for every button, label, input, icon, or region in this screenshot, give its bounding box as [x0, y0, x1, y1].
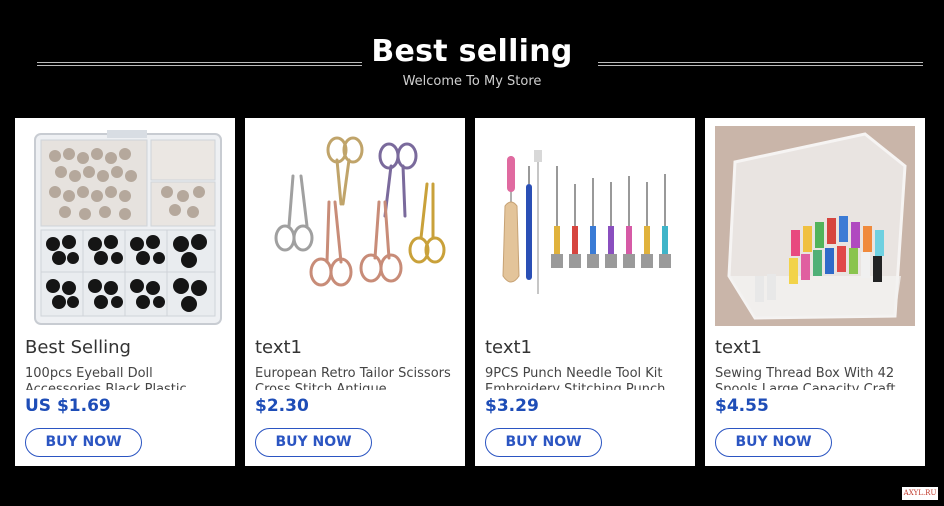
- product-label: text1: [715, 337, 762, 358]
- product-label: Best Selling: [25, 337, 131, 358]
- product-label: text1: [255, 337, 302, 358]
- section-subtitle: Welcome To My Store: [402, 74, 542, 89]
- product-title[interactable]: 9PCS Punch Needle Tool Kit Embroidery St…: [485, 366, 685, 390]
- product-card[interactable]: text1 9PCS Punch Needle Tool Kit Embroid…: [475, 118, 695, 466]
- product-image[interactable]: [25, 126, 225, 326]
- product-image[interactable]: [255, 126, 455, 326]
- product-price: $2.30: [255, 396, 309, 416]
- product-image[interactable]: [485, 126, 685, 326]
- product-image[interactable]: [715, 126, 915, 326]
- buy-now-button[interactable]: BUY NOW: [715, 428, 832, 457]
- product-card[interactable]: text1 European Retro Tailor Scissors Cro…: [245, 118, 465, 466]
- product-label: text1: [485, 337, 532, 358]
- product-card[interactable]: text1 Sewing Thread Box With 42 Spools L…: [705, 118, 925, 466]
- scissors-icon: [255, 126, 455, 326]
- watermark-badge: AXYL.RU: [902, 487, 938, 500]
- section-header: Best selling Welcome To My Store: [0, 30, 944, 94]
- buy-now-button[interactable]: BUY NOW: [255, 428, 372, 457]
- punch-needle-icon: [485, 126, 685, 326]
- product-title[interactable]: European Retro Tailor Scissors Cross Sti…: [255, 366, 455, 390]
- section-title: Best selling: [371, 34, 573, 69]
- buy-now-button[interactable]: BUY NOW: [485, 428, 602, 457]
- product-price: US $1.69: [25, 396, 111, 416]
- product-price: $3.29: [485, 396, 539, 416]
- eyeball-doll-box-icon: [25, 126, 225, 326]
- buy-now-button[interactable]: BUY NOW: [25, 428, 142, 457]
- product-title[interactable]: 100pcs Eyeball Doll Accessories Black Pl…: [25, 366, 225, 390]
- product-title[interactable]: Sewing Thread Box With 42 Spools Large C…: [715, 366, 915, 390]
- product-card[interactable]: Best Selling 100pcs Eyeball Doll Accesso…: [15, 118, 235, 466]
- thread-box-icon: [715, 126, 915, 326]
- product-price: $4.55: [715, 396, 769, 416]
